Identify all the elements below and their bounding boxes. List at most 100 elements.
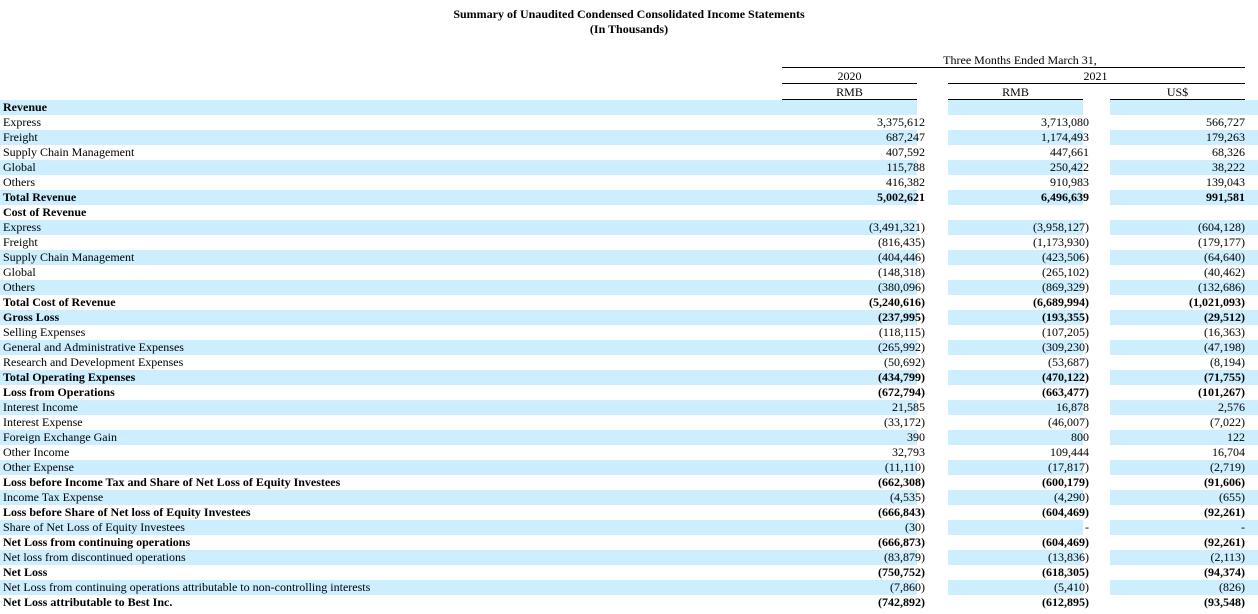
row-label: Freight [3,130,38,144]
year-2020-header: 2020 [837,69,862,83]
value-2021-usd: (2,113) [1210,550,1245,564]
row-label: Total Revenue [3,190,77,204]
value-2021-usd: 122 [1227,430,1245,444]
table-row: Total Cost of Revenue (5,240,616) (6,689,9… [0,295,1258,310]
value-2020-rmb: (3,491,321) [869,220,925,234]
row-label: General and Administrative Expenses [3,340,184,354]
row-label: Loss before Share of Net loss of Equity … [3,505,251,519]
row-label: Revenue [3,100,47,114]
value-2021-usd: (655) [1219,490,1245,504]
value-2020-rmb: (666,843) [878,505,925,519]
value-2021-usd: 16,704 [1212,445,1245,459]
row-label: Supply Chain Management [3,145,135,159]
value-2020-rmb: (118,115) [878,325,925,339]
value-2020-rmb: (148,318) [878,265,925,279]
value-2021-usd: (71,755) [1204,370,1245,384]
value-2020-rmb: (265,992) [878,340,925,354]
statement-subtitle: (In Thousands) [589,22,669,36]
value-2021-usd: (47,198) [1204,340,1245,354]
row-label: Others [3,280,35,294]
value-2020-rmb: (434,799) [878,370,925,384]
table-row: Net Loss (750,752) (618,305) (94,374) [0,565,1258,580]
table-row: Global (148,318) (265,102) (40,462) [0,265,1258,280]
value-2021-rmb: 800 [1071,430,1089,444]
value-2020-rmb: 21,585 [892,400,925,414]
value-2020-rmb: (50,692) [884,355,925,369]
table-row: Express 3,375,612 3,713,080 566,727 [0,115,1258,130]
currency-2021-rmb: RMB [1002,85,1029,99]
table-row: Freight 687,247 1,174,493 179,263 [0,130,1258,145]
row-label: Loss before Income Tax and Share of Net … [3,475,341,489]
row-label: Interest Income [3,400,78,414]
row-label: Share of Net Loss of Equity Investees [3,520,185,534]
statement-title: Summary of Unaudited Condensed Consolida… [453,7,805,21]
row-label: Net Loss attributable to Best Inc. [3,595,173,609]
value-2021-rmb: 3,713,080 [1041,115,1089,129]
value-2021-rmb: (1,173,930) [1033,235,1089,249]
value-2021-usd: (132,686) [1198,280,1245,294]
table-row: Loss from Operations (672,794) (663,477) (1… [0,385,1258,400]
value-2021-usd: (7,022) [1210,415,1245,429]
table-row: Loss before Income Tax and Share of Net … [0,475,1258,490]
value-2021-usd: (604,128) [1198,220,1245,234]
table-row: Other Income 32,793 109,444 16,704 [0,445,1258,460]
row-label: Income Tax Expense [3,490,104,504]
value-2020-rmb: (4,535) [890,490,925,504]
value-2021-usd: 179,263 [1206,130,1245,144]
row-label: Total Cost of Revenue [3,295,116,309]
row-label: Selling Expenses [3,325,86,339]
table-row: Others (380,096) (869,329) (132,686) [0,280,1258,295]
row-label: Gross Loss [3,310,60,324]
value-2021-usd: (92,261) [1204,535,1245,549]
currency-2020-rmb: RMB [836,85,863,99]
value-2021-rmb: (193,355) [1042,310,1089,324]
row-label: Other Income [3,445,70,459]
row-label: Loss from Operations [3,385,115,399]
table-row: Loss before Share of Net loss of Equity … [0,505,1258,520]
row-label: Total Operating Expenses [3,370,136,384]
table-row: Supply Chain Management (404,446) (423,506… [0,250,1258,265]
value-2021-rmb: (604,469) [1042,535,1089,549]
value-2021-usd: (64,640) [1204,250,1245,264]
table-row: Other Expense (11,110) (17,817) (2,719) [0,460,1258,475]
table-row: Interest Income 21,585 16,878 2,576 [0,400,1258,415]
value-2020-rmb: (5,240,616) [869,295,925,309]
value-2020-rmb: (33,172) [884,415,925,429]
table-row: Net Loss attributable to Best Inc. (742,8… [0,595,1258,610]
value-2021-usd: (2,719) [1210,460,1245,474]
value-2020-rmb: (672,794) [878,385,925,399]
value-2021-usd: 139,043 [1206,175,1245,189]
value-2020-rmb: 5,002,621 [877,190,925,204]
value-2021-usd: (92,261) [1204,505,1245,519]
value-2021-rmb: - [1085,520,1089,534]
row-label: Net Loss [3,565,48,579]
value-2021-usd: (8,194) [1210,355,1245,369]
table-row: Foreign Exchange Gain 390 800 122 [0,430,1258,445]
value-2021-usd: (29,512) [1204,310,1245,324]
value-2020-rmb: (30) [905,520,925,534]
table-row: Freight (816,435) (1,173,930) (179,177) [0,235,1258,250]
value-2021-usd: - [1241,520,1245,534]
table-row: Net Loss from continuing operations (666,… [0,535,1258,550]
table-row: Selling Expenses (118,115) (107,205) (16,36… [0,325,1258,340]
year-2021-header: 2021 [1083,69,1108,83]
row-label: Net Loss from continuing operations [3,535,191,549]
column-gap [1083,100,1110,115]
value-2020-rmb: (83,879) [884,550,925,564]
row-label: Express [3,220,41,234]
row-label: Net loss from discontinued operations [3,550,186,564]
value-2021-usd: 68,326 [1212,145,1245,159]
table-row: Net loss from discontinued operations (83… [0,550,1258,565]
table-row: Revenue [0,100,1258,115]
value-2021-rmb: (618,305) [1042,565,1089,579]
column-gap [917,100,948,115]
value-2021-rmb: 109,444 [1050,445,1089,459]
value-2020-rmb: (742,892) [878,595,925,609]
value-2021-usd: (94,374) [1204,565,1245,579]
row-label: Net Loss from continuing operations attr… [3,580,371,594]
value-2020-rmb: (404,446) [878,250,925,264]
row-label: Freight [3,235,38,249]
table-row: Gross Loss (237,995) (193,355) (29,512) [0,310,1258,325]
value-2021-rmb: (309,230) [1042,340,1089,354]
value-2021-rmb: 447,661 [1050,145,1089,159]
